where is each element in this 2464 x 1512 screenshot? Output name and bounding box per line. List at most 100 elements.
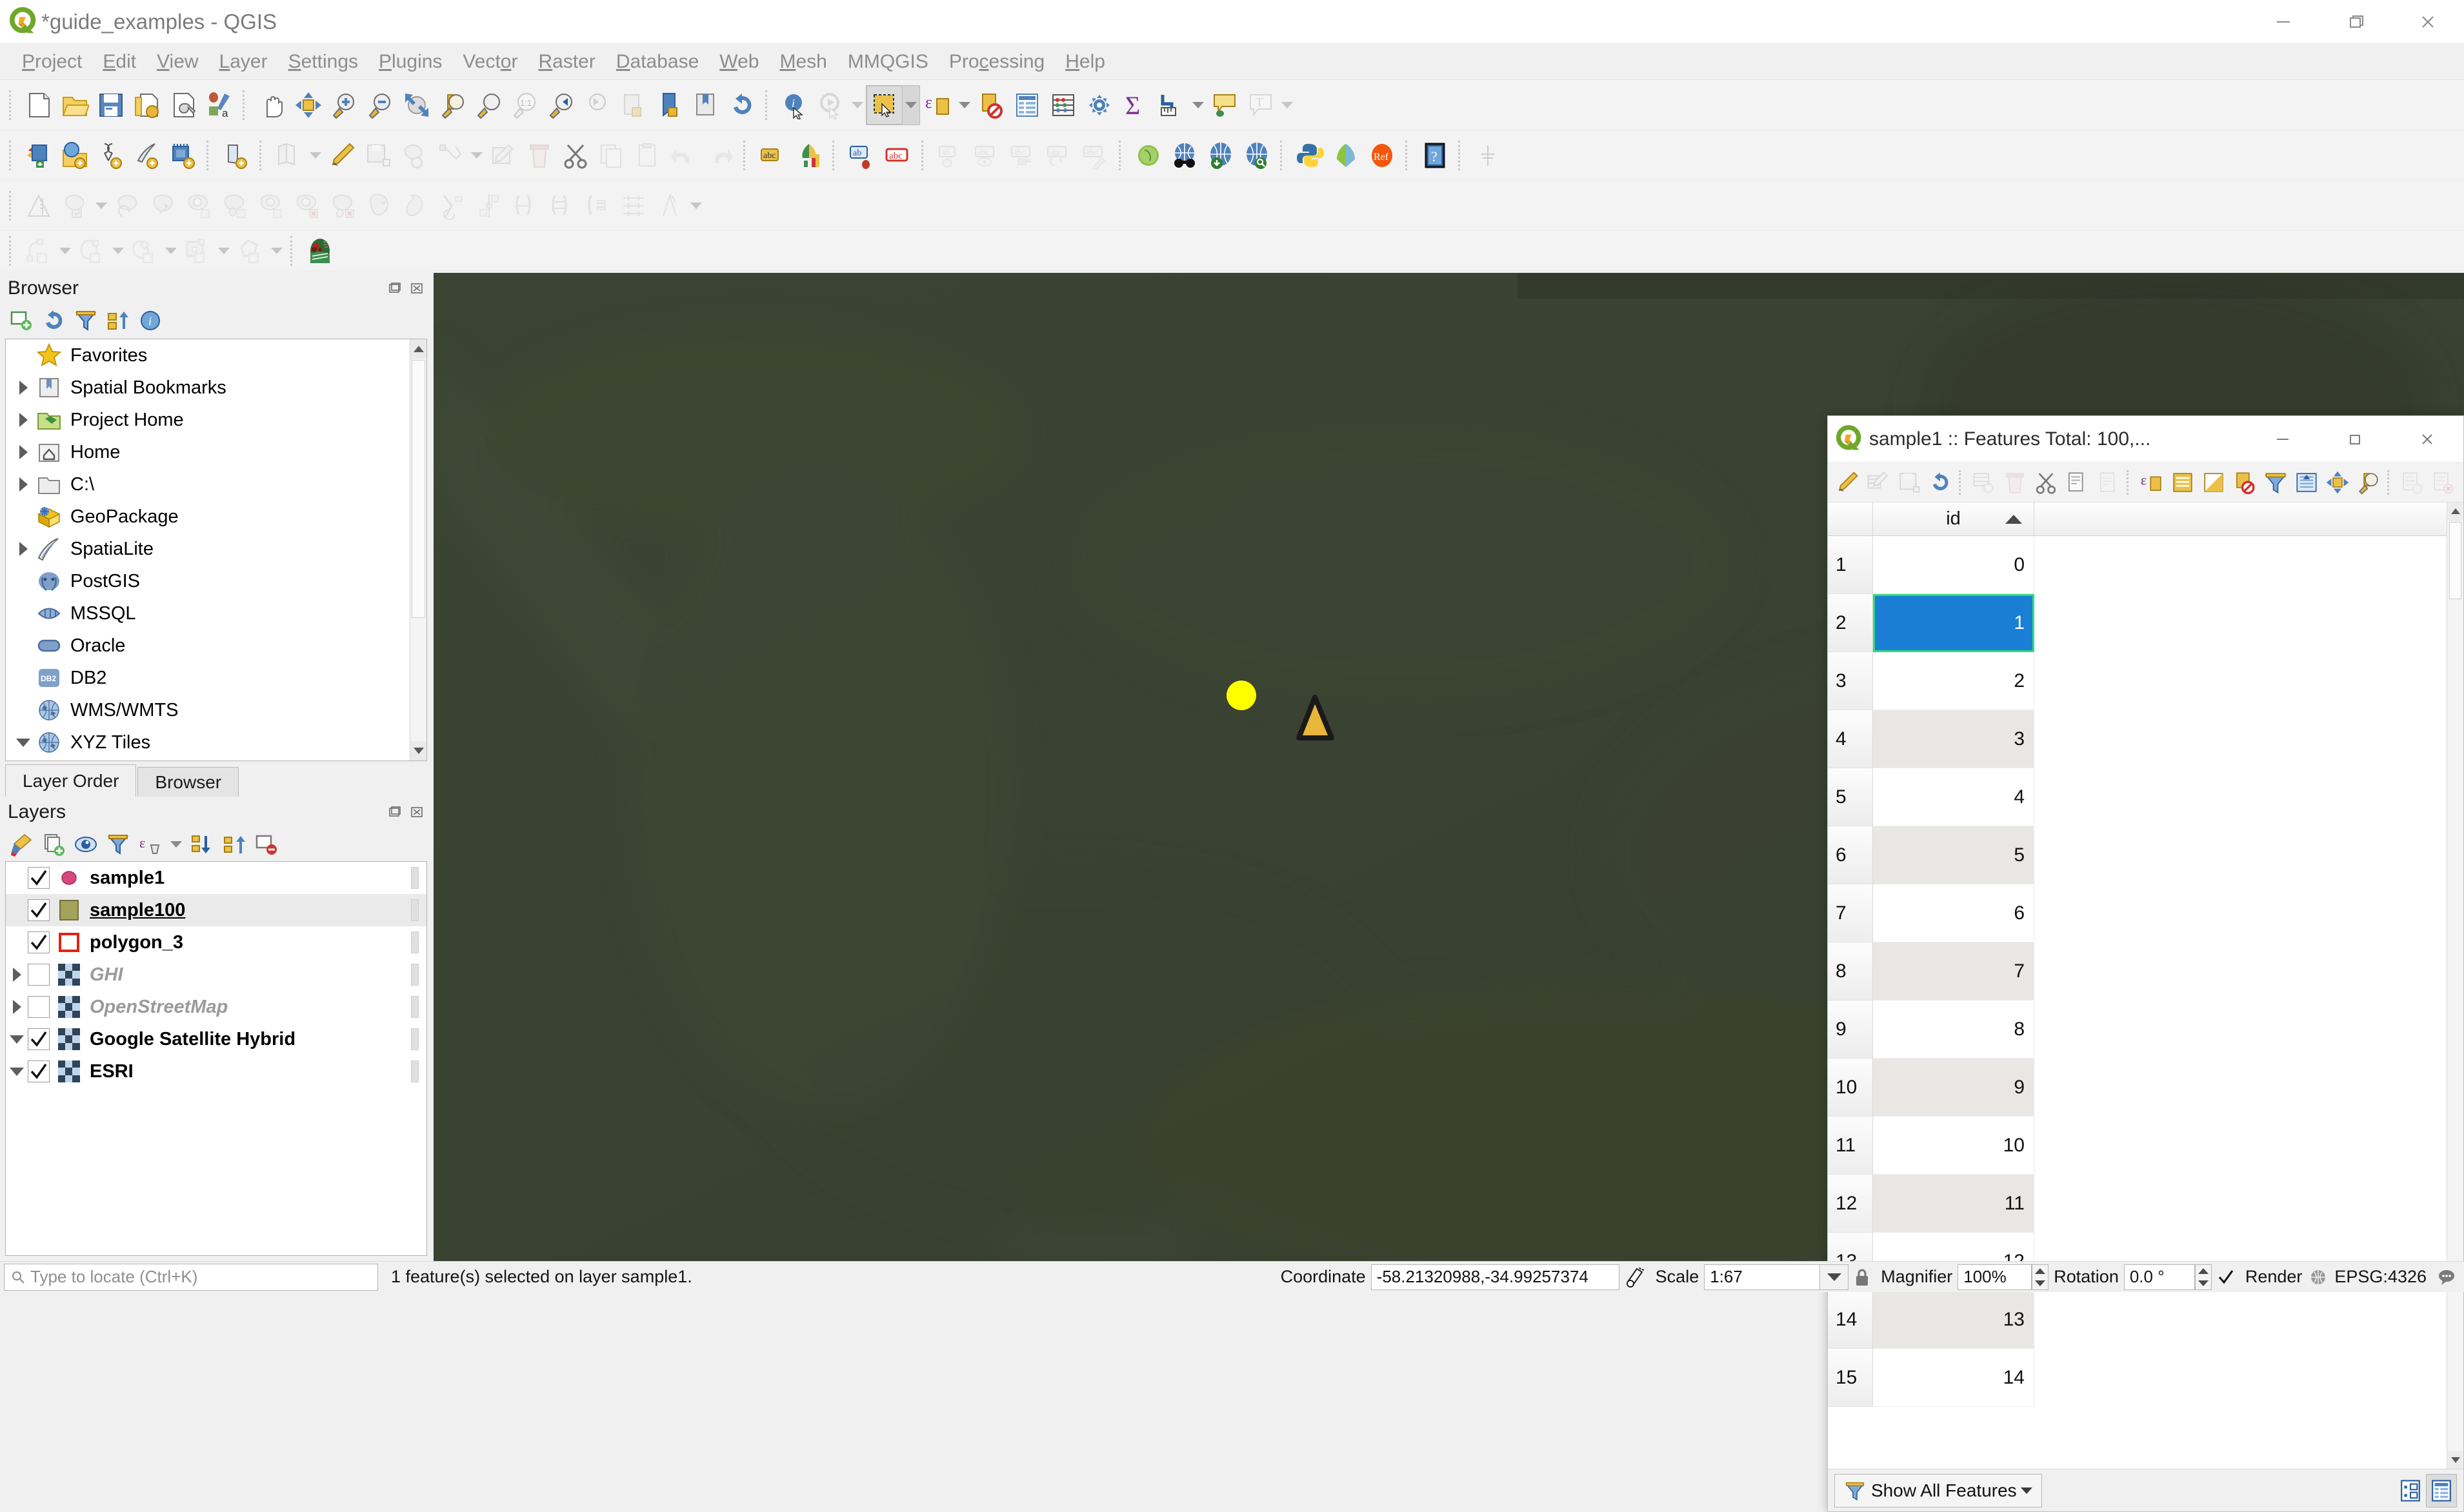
qgis-cloud-download-icon[interactable]: [1203, 136, 1239, 175]
crs-globe-icon[interactable]: [2307, 1268, 2329, 1286]
table-row[interactable]: 54: [1828, 768, 2447, 826]
select-by-expression-dropdown[interactable]: [956, 86, 973, 124]
highlight-pinned-labels-button[interactable]: ab: [844, 136, 880, 175]
offset-point-symbols-button[interactable]: [616, 186, 652, 225]
zoom-next-button[interactable]: [579, 86, 616, 124]
layer-item[interactable]: Google Satellite Hybrid: [6, 1023, 426, 1055]
browser-item[interactable]: SpatiaLite: [6, 533, 408, 565]
pin-labels-button[interactable]: abc: [1005, 136, 1041, 175]
chevron-right-icon[interactable]: [12, 436, 34, 468]
lock-scale-icon[interactable]: [1848, 1267, 1876, 1288]
attribute-table-scrollbar[interactable]: [2447, 502, 2463, 1469]
form-view-button[interactable]: [2395, 1474, 2426, 1507]
add-ellipse-dropdown[interactable]: [163, 232, 179, 270]
minimize-button[interactable]: [2247, 0, 2319, 44]
qgis-plugin-leaf-icon[interactable]: [1328, 136, 1364, 175]
reshape-features-button[interactable]: [363, 186, 399, 225]
zoom-in-button[interactable]: [326, 86, 363, 124]
georeferencer-crosshair-icon[interactable]: [1470, 136, 1506, 175]
fill-ring-button[interactable]: [254, 186, 290, 225]
move-feature-dropdown[interactable]: [93, 186, 110, 225]
table-cell-id[interactable]: 5: [1873, 826, 2034, 884]
attribute-table-window[interactable]: sample1 :: Features Total: 100,... ε id …: [1827, 415, 2464, 1512]
delete-part-button[interactable]: [326, 186, 363, 225]
rotate-label-button[interactable]: abc: [1041, 136, 1077, 175]
menu-processing[interactable]: Processing: [939, 48, 1055, 75]
ref-function-icon[interactable]: Ref: [1364, 136, 1400, 175]
add-group-icon[interactable]: [39, 830, 68, 859]
rotate-point-symbols-button[interactable]: [579, 186, 616, 225]
add-feature-icon[interactable]: [1968, 466, 1999, 499]
select-by-expression-icon[interactable]: ε: [2136, 466, 2167, 499]
table-cell-id[interactable]: 0: [1873, 536, 2034, 594]
map-tips-button[interactable]: [1207, 86, 1243, 124]
collapse-all-icon[interactable]: [219, 830, 249, 859]
style-symbology-button[interactable]: [791, 136, 827, 175]
add-ring-button[interactable]: [182, 186, 218, 225]
layers-panel-close-button[interactable]: [408, 803, 426, 821]
delete-selected-icon[interactable]: [1999, 466, 2030, 499]
zoom-to-selection-icon[interactable]: [2353, 466, 2384, 499]
browser-item[interactable]: WMS/WMTS: [6, 694, 408, 726]
manage-visibility-icon[interactable]: [71, 830, 101, 859]
layer-item[interactable]: polygon_3: [6, 926, 426, 959]
refresh-icon[interactable]: [39, 306, 68, 335]
row-number[interactable]: 11: [1828, 1117, 1873, 1175]
browser-item[interactable]: XYZ Tiles: [6, 726, 408, 759]
table-cell-id[interactable]: 8: [1873, 1000, 2034, 1059]
table-cell-id[interactable]: 13: [1873, 1291, 2034, 1349]
table-row[interactable]: 65: [1828, 826, 2447, 884]
offset-curve-button[interactable]: [399, 186, 435, 225]
add-vector-layer-button[interactable]: [57, 136, 93, 175]
new-print-layout-button[interactable]: [129, 86, 165, 124]
scale-dropdown[interactable]: [1820, 1264, 1849, 1290]
menu-mmqgis[interactable]: MMQGIS: [837, 48, 939, 75]
table-cell-id[interactable]: 10: [1873, 1117, 2034, 1175]
browser-item[interactable]: PostGIS: [6, 565, 408, 597]
current-edits-button[interactable]: [271, 136, 307, 175]
browser-item[interactable]: Home: [6, 436, 408, 468]
zoom-to-selection-button[interactable]: [435, 86, 471, 124]
browser-item[interactable]: Favorites: [6, 339, 408, 372]
browser-item[interactable]: DB2 DB2: [6, 662, 408, 694]
properties-info-icon[interactable]: i: [135, 306, 165, 335]
field-calculator-button[interactable]: [1045, 86, 1081, 124]
expression-filter-icon[interactable]: ε: [135, 830, 165, 859]
toggle-extents-icon[interactable]: [1619, 1266, 1650, 1288]
row-number[interactable]: 1: [1828, 536, 1873, 594]
layer-labeling-options-button[interactable]: abc: [755, 136, 791, 175]
scroll-down-icon[interactable]: [410, 741, 426, 761]
merge-attributes-button[interactable]: [543, 186, 579, 225]
layers-tree[interactable]: sample1 sample100 polygon_3 GHI OpenStreetMa…: [5, 861, 427, 1256]
rotation-stepper[interactable]: [2194, 1264, 2212, 1290]
browser-item[interactable]: Project Home: [6, 404, 408, 436]
move-feature-button[interactable]: [57, 186, 93, 225]
vertex-tool-dropdown[interactable]: [468, 136, 485, 175]
add-part-button[interactable]: [218, 186, 254, 225]
open-layer-styling-icon[interactable]: [6, 830, 36, 859]
style-dock-button[interactable]: a: [201, 86, 237, 124]
measure-dropdown[interactable]: [1190, 86, 1207, 124]
table-cell-id[interactable]: 11: [1873, 1175, 2034, 1233]
toggle-editing-button[interactable]: [324, 136, 360, 175]
scroll-up-icon[interactable]: [410, 339, 426, 359]
add-polygon-feature-button[interactable]: [232, 232, 268, 270]
redo-button[interactable]: [702, 136, 738, 175]
table-row[interactable]: 11 10: [1828, 1117, 2447, 1175]
add-postgis-layer-button[interactable]: [165, 136, 201, 175]
panel-tab-layer-order[interactable]: Layer Order: [5, 764, 137, 797]
render-checkbox[interactable]: [2212, 1268, 2240, 1287]
magnifier-stepper[interactable]: [2032, 1264, 2049, 1290]
move-selection-to-top-icon[interactable]: [2291, 466, 2322, 499]
merge-features-button[interactable]: [507, 186, 543, 225]
move-label-button[interactable]: ab: [933, 136, 969, 175]
attribute-table-close-button[interactable]: [2391, 416, 2463, 463]
show-all-features-button[interactable]: Show All Features: [1834, 1473, 2042, 1507]
row-number[interactable]: 6: [1828, 826, 1873, 884]
table-row[interactable]: 14 13: [1828, 1291, 2447, 1349]
refresh-button[interactable]: [724, 86, 760, 124]
menu-web[interactable]: Web: [709, 48, 769, 75]
change-label-button[interactable]: abc: [1077, 136, 1114, 175]
menu-edit[interactable]: Edit: [92, 48, 146, 75]
delete-selected-button[interactable]: [521, 136, 557, 175]
